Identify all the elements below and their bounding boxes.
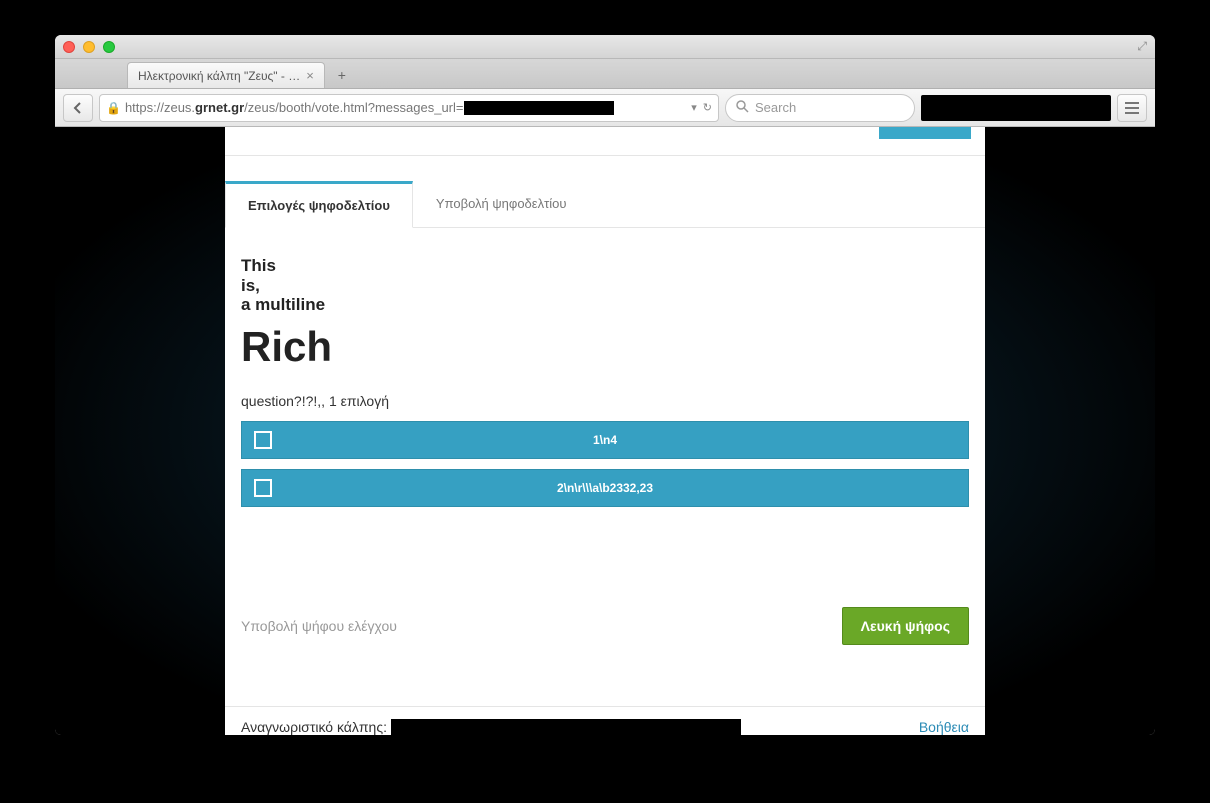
- ballot-actions: Υποβολή ψήφου ελέγχου Λευκή ψήφος: [241, 607, 969, 671]
- url-path: /zeus/booth/vote.html?messages_url=: [244, 100, 463, 115]
- browser-window: ⤢ Ηλεκτρονική κάλπη "Ζευς" - … × + 🔒 htt…: [55, 35, 1155, 735]
- ballot-option[interactable]: 1\n4: [241, 421, 969, 459]
- close-window-button[interactable]: [63, 41, 75, 53]
- lock-icon: 🔒: [106, 101, 121, 115]
- minimize-window-button[interactable]: [83, 41, 95, 53]
- help-link[interactable]: Βοήθεια: [919, 719, 969, 735]
- question-line-1: This: [241, 256, 969, 276]
- ballot-option[interactable]: 2\n\r\\\a\b2332,23: [241, 469, 969, 507]
- blank-vote-button[interactable]: Λευκή ψήφος: [842, 607, 969, 645]
- fullscreen-icon[interactable]: ⤢: [1137, 39, 1147, 54]
- zoom-window-button[interactable]: [103, 41, 115, 53]
- window-titlebar: ⤢: [55, 35, 1155, 59]
- traffic-lights: [63, 41, 115, 53]
- url-right-controls: ▾ ↻: [691, 101, 712, 114]
- page-viewport: Επιλογές ψηφοδελτίου Υποβολή ψηφοδελτίου…: [55, 127, 1155, 735]
- tab-ballot-submit[interactable]: Υποβολή ψηφοδελτίου: [413, 181, 590, 228]
- dropdown-icon[interactable]: ▾: [691, 101, 697, 114]
- hamburger-menu-button[interactable]: [1117, 94, 1147, 122]
- redacted-ballot-id: [391, 719, 741, 735]
- tab-ballot-options[interactable]: Επιλογές ψηφοδελτίου: [225, 181, 413, 228]
- new-tab-button[interactable]: +: [329, 64, 355, 86]
- audit-vote-link[interactable]: Υποβολή ψήφου ελέγχου: [241, 618, 397, 634]
- toolbar: 🔒 https://zeus.grnet.gr/zeus/booth/vote.…: [55, 89, 1155, 127]
- page-footer: Αναγνωριστικό κάλπης: Βοήθεια: [225, 706, 985, 735]
- ballot-option-label: 1\n4: [242, 433, 968, 447]
- tab-strip: Ηλεκτρονική κάλπη "Ζευς" - … × +: [55, 59, 1155, 89]
- page-header: [225, 127, 985, 156]
- ballot-option-label: 2\n\r\\\a\b2332,23: [242, 481, 968, 495]
- back-icon: [71, 101, 85, 115]
- close-tab-icon[interactable]: ×: [306, 69, 314, 82]
- question-rich-heading: Rich: [241, 323, 969, 371]
- search-icon: [736, 100, 749, 116]
- url-host: grnet.gr: [195, 100, 244, 115]
- browser-tab[interactable]: Ηλεκτρονική κάλπη "Ζευς" - … ×: [127, 62, 325, 88]
- search-box[interactable]: Search: [725, 94, 915, 122]
- search-placeholder: Search: [755, 100, 796, 115]
- partial-election-title: [225, 127, 985, 135]
- ballot-id-label: Αναγνωριστικό κάλπης:: [241, 719, 387, 735]
- reload-icon[interactable]: ↻: [703, 101, 712, 114]
- hamburger-icon: [1125, 102, 1139, 104]
- ballot-content: This is, a multiline Rich question?!?!,,…: [225, 228, 985, 706]
- question-line-3: a multiline: [241, 295, 969, 315]
- ballot-id: Αναγνωριστικό κάλπης:: [241, 719, 741, 735]
- back-button[interactable]: [63, 94, 93, 122]
- voting-page: Επιλογές ψηφοδελτίου Υποβολή ψηφοδελτίου…: [225, 127, 985, 735]
- url-text: https://zeus.grnet.gr/zeus/booth/vote.ht…: [125, 100, 614, 116]
- url-scheme: https://zeus.: [125, 100, 195, 115]
- header-action-button[interactable]: [879, 127, 971, 139]
- question-subtext: question?!?!,, 1 επιλογή: [241, 393, 969, 409]
- ballot-tabs: Επιλογές ψηφοδελτίου Υποβολή ψηφοδελτίου: [225, 180, 985, 228]
- redacted-url-segment: [464, 101, 614, 115]
- redacted-toolbar-area: [921, 95, 1111, 121]
- question-line-2: is,: [241, 276, 969, 296]
- url-bar[interactable]: 🔒 https://zeus.grnet.gr/zeus/booth/vote.…: [99, 94, 719, 122]
- tab-title: Ηλεκτρονική κάλπη "Ζευς" - …: [138, 69, 300, 83]
